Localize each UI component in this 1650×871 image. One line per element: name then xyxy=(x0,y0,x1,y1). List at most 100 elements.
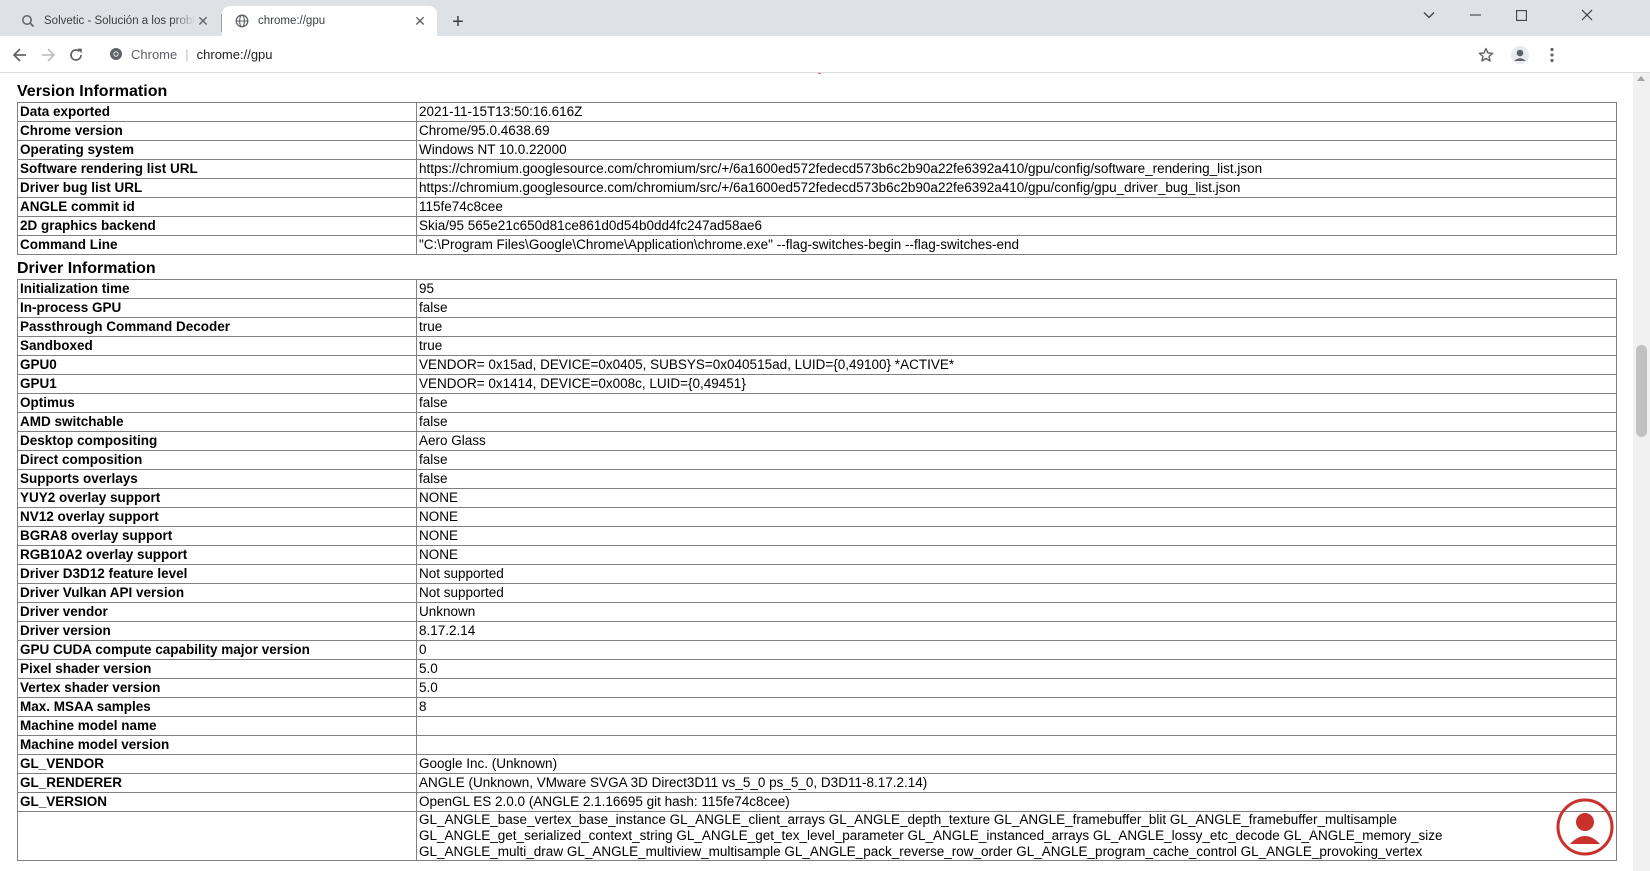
row-key: Supports overlays xyxy=(17,469,417,489)
row-key: Optimus xyxy=(17,393,417,413)
row-value: VENDOR= 0x15ad, DEVICE=0x0405, SUBSYS=0x… xyxy=(416,355,1617,375)
row-key: NV12 overlay support xyxy=(17,507,417,527)
row-value: 115fe74c8cee xyxy=(416,197,1617,217)
row-key: Passthrough Command Decoder xyxy=(17,317,417,337)
bookmark-button[interactable] xyxy=(1472,41,1500,69)
row-value: NONE xyxy=(416,526,1617,546)
driver-table-row: Vertex shader version 5.0 xyxy=(17,678,1617,698)
minimize-icon xyxy=(1469,14,1481,16)
row-value: NONE xyxy=(416,488,1617,508)
close-icon xyxy=(1581,9,1593,21)
row-value: Not supported xyxy=(416,583,1617,603)
row-key: YUY2 overlay support xyxy=(17,488,417,508)
menu-button[interactable] xyxy=(1538,41,1566,69)
driver-table-row: AMD switchable false xyxy=(17,412,1617,432)
vertical-scrollbar[interactable] xyxy=(1633,73,1650,871)
tab-solvetic[interactable]: Solvetic - Solución a los problemas ✕ xyxy=(8,6,220,36)
row-value: NONE xyxy=(416,545,1617,565)
driver-table-row: Pixel shader version 5.0 xyxy=(17,659,1617,679)
driver-table-row: In-process GPU false xyxy=(17,298,1617,318)
row-value: Not supported xyxy=(416,564,1617,584)
row-key: ANGLE commit id xyxy=(17,197,417,217)
row-value: OpenGL ES 2.0.0 (ANGLE 2.1.16695 git has… xyxy=(416,792,1617,812)
row-key: Pixel shader version xyxy=(17,659,417,679)
account-icon xyxy=(1511,46,1529,64)
row-key: Machine model name xyxy=(17,716,417,736)
driver-table-row: GL_RENDERER ANGLE (Unknown, VMware SVGA 3… xyxy=(17,773,1617,793)
arrow-right-icon xyxy=(42,48,56,62)
profile-button[interactable] xyxy=(1506,41,1534,69)
version-table-row: 2D graphics backend Skia/95 565e21c650d81… xyxy=(17,216,1617,236)
row-key: In-process GPU xyxy=(17,298,417,318)
section-heading: Driver Information xyxy=(17,260,156,277)
driver-information-table: Initialization time 95 In-process GPU false… xyxy=(17,279,1617,861)
row-value: Chrome/95.0.4638.69 xyxy=(416,121,1617,141)
driver-table-row: Optimus false xyxy=(17,393,1617,413)
row-value: https://chromium.googlesource.com/chromi… xyxy=(416,178,1617,198)
gl-extensions-row: GL_ANGLE_base_vertex_base_instance GL_AN… xyxy=(17,811,1617,861)
row-value: 95 xyxy=(416,279,1617,299)
row-key: Command Line xyxy=(17,235,417,255)
new-tab-button[interactable]: + xyxy=(448,12,468,33)
row-value xyxy=(416,716,1617,736)
decorative-mark xyxy=(818,73,821,74)
close-window-button[interactable] xyxy=(1564,0,1610,30)
row-value: false xyxy=(416,469,1617,489)
row-key: Data exported xyxy=(17,102,417,122)
row-value xyxy=(416,735,1617,755)
tab-title: Solvetic - Solución a los problemas xyxy=(44,15,195,27)
driver-table-row: Machine model name xyxy=(17,716,1617,736)
kebab-menu-icon xyxy=(1550,47,1554,63)
solvetic-logo xyxy=(1556,798,1614,856)
version-table-row: Operating system Windows NT 10.0.22000 xyxy=(17,140,1617,160)
row-value: 0 xyxy=(416,640,1617,660)
driver-table-row: Direct composition false xyxy=(17,450,1617,470)
row-key: GPU1 xyxy=(17,374,417,394)
version-information-section: Version Information Data exported 2021-11… xyxy=(17,82,1617,255)
scroll-up-icon[interactable] xyxy=(1637,76,1645,81)
driver-table-row: YUY2 overlay support NONE xyxy=(17,488,1617,508)
toolbar: Chrome | chrome://gpu xyxy=(0,36,1650,73)
row-value: "C:\Program Files\Google\Chrome\Applicat… xyxy=(416,235,1617,255)
forward-button[interactable] xyxy=(34,41,62,69)
row-key: Driver bug list URL xyxy=(17,178,417,198)
chevron-down-icon xyxy=(1423,12,1435,19)
row-key: 2D graphics backend xyxy=(17,216,417,236)
row-value: 8 xyxy=(416,697,1617,717)
row-value: https://chromium.googlesource.com/chromi… xyxy=(416,159,1617,179)
row-key xyxy=(17,811,417,861)
row-key: GL_VENDOR xyxy=(17,754,417,774)
search-icon xyxy=(20,13,36,29)
version-table-row: Software rendering list URL https://chrom… xyxy=(17,159,1617,179)
tab-strip: Solvetic - Solución a los problemas ✕ ch… xyxy=(0,0,1650,36)
omnibox-separator: | xyxy=(185,46,189,62)
driver-table-row: Sandboxed true xyxy=(17,336,1617,356)
reload-button[interactable] xyxy=(62,41,90,69)
row-key: Desktop compositing xyxy=(17,431,417,451)
driver-table-row: NV12 overlay support NONE xyxy=(17,507,1617,527)
driver-table-row: GL_VERSION OpenGL ES 2.0.0 (ANGLE 2.1.166… xyxy=(17,792,1617,812)
row-key: Chrome version xyxy=(17,121,417,141)
row-key: BGRA8 overlay support xyxy=(17,526,417,546)
version-table-row: Command Line "C:\Program Files\Google\Chr… xyxy=(17,235,1617,255)
driver-information-section: Driver Information Initialization time 95… xyxy=(17,259,1617,861)
scrollbar-thumb[interactable] xyxy=(1636,345,1647,437)
driver-table-row: GPU CUDA compute capability major versio… xyxy=(17,640,1617,660)
maximize-button[interactable] xyxy=(1498,0,1544,30)
version-table-row: ANGLE commit id 115fe74c8cee xyxy=(17,197,1617,217)
row-key: AMD switchable xyxy=(17,412,417,432)
tab-gpu[interactable]: chrome://gpu ✕ xyxy=(222,6,437,36)
driver-table-row: BGRA8 overlay support NONE xyxy=(17,526,1617,546)
row-value: Skia/95 565e21c650d81ce861d0d54b0dd4fc24… xyxy=(416,216,1617,236)
driver-table-row: GPU1 VENDOR= 0x1414, DEVICE=0x008c, LUID=… xyxy=(17,374,1617,394)
close-icon[interactable]: ✕ xyxy=(195,13,211,29)
address-bar[interactable]: Chrome | chrome://gpu xyxy=(106,40,1536,68)
row-key: Software rendering list URL xyxy=(17,159,417,179)
back-button[interactable] xyxy=(6,41,34,69)
row-value: VENDOR= 0x1414, DEVICE=0x008c, LUID={0,4… xyxy=(416,374,1617,394)
close-icon[interactable]: ✕ xyxy=(412,13,428,29)
extension-line: GL_ANGLE_multi_draw GL_ANGLE_multiview_m… xyxy=(419,844,1423,859)
minimize-button[interactable] xyxy=(1452,0,1498,30)
driver-table-row: GPU0 VENDOR= 0x15ad, DEVICE=0x0405, SUBSY… xyxy=(17,355,1617,375)
tab-search-button[interactable] xyxy=(1406,0,1452,30)
